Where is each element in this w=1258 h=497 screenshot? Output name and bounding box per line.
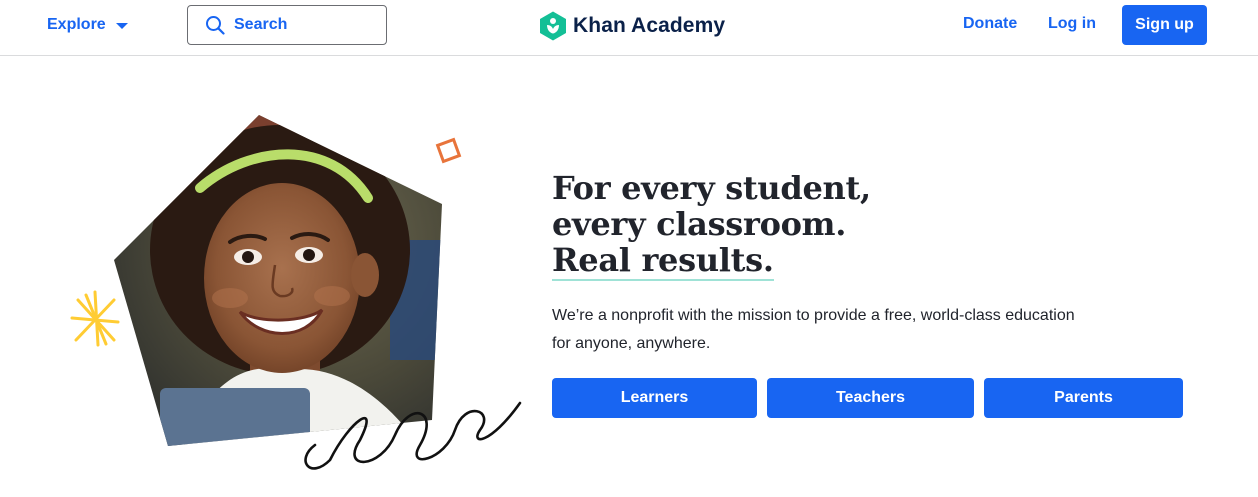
- headline-line-1: For every student,: [552, 169, 871, 207]
- teachers-button[interactable]: Teachers: [767, 378, 974, 418]
- learners-button[interactable]: Learners: [552, 378, 757, 418]
- top-navigation-bar: Explore Search Khan Academy Donate Log i…: [0, 0, 1258, 56]
- explore-menu-button[interactable]: Explore: [47, 14, 128, 36]
- hero-illustration: [60, 100, 540, 480]
- logo-wordmark: Khan Academy: [573, 14, 726, 37]
- search-label: Search: [234, 16, 288, 33]
- parents-button[interactable]: Parents: [984, 378, 1183, 418]
- search-icon: [206, 16, 225, 35]
- headline-line-2: every classroom.: [552, 205, 847, 243]
- mission-statement: We’re a nonprofit with the mission to pr…: [552, 307, 1075, 352]
- login-link[interactable]: Log in: [1048, 15, 1096, 33]
- explore-label: Explore: [47, 16, 106, 33]
- student-photo: [114, 115, 442, 446]
- signup-button[interactable]: Sign up: [1122, 5, 1207, 45]
- site-logo-link[interactable]: Khan Academy: [539, 11, 725, 41]
- donate-link[interactable]: Donate: [963, 15, 1017, 33]
- orange-diamond-decoration: [435, 137, 462, 164]
- headline-line-3: Real results.: [552, 241, 774, 281]
- chevron-down-icon: [115, 23, 128, 29]
- yellow-starburst-decoration: [70, 290, 120, 347]
- hero-headline: For every student, every classroom. Real…: [552, 170, 871, 281]
- search-button[interactable]: Search: [187, 5, 387, 45]
- khan-academy-logo-icon: [540, 11, 566, 41]
